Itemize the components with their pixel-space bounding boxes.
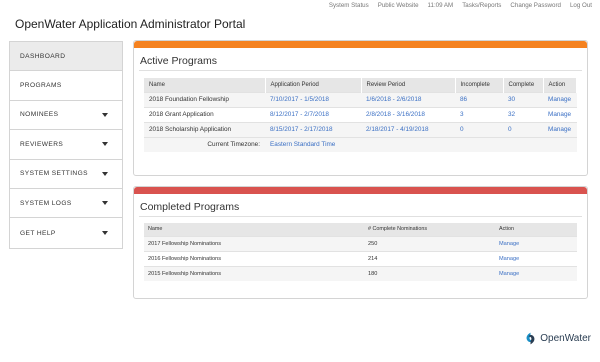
sidebar-item-reviewers[interactable]: REVIEWERS	[10, 130, 122, 160]
manage-link[interactable]: Manage	[543, 106, 577, 122]
log-out-link[interactable]: Log Out	[570, 2, 592, 9]
incomplete-count-link[interactable]: 3	[455, 106, 503, 122]
manage-link[interactable]: Manage	[495, 250, 577, 266]
sidebar-item-label: PROGRAMS	[20, 82, 62, 90]
complete-count-link[interactable]: 0	[503, 121, 543, 137]
sidebar-item-label: REVIEWERS	[20, 140, 64, 148]
sidebar: DASHBOARD PROGRAMS NOMINEES REVIEWERS SY…	[9, 41, 123, 249]
table-row: 2017 Fellowship Nominations 250 Manage	[144, 235, 577, 251]
review-period-link[interactable]: 1/6/2018 - 2/6/2018	[361, 91, 455, 107]
complete-count-link[interactable]: 32	[503, 106, 543, 122]
review-period-link[interactable]: 2/8/2018 - 3/16/2018	[361, 106, 455, 122]
panel-title: Completed Programs	[140, 201, 240, 213]
openwater-logo-icon	[526, 332, 535, 345]
application-period-link[interactable]: 8/15/2017 - 2/17/2018	[265, 121, 361, 137]
sidebar-item-get-help[interactable]: GET HELP	[10, 218, 122, 248]
incomplete-count-link[interactable]: 86	[455, 91, 503, 107]
caret-down-icon	[102, 112, 108, 117]
openwater-logo: OpenWater	[524, 332, 591, 345]
logo-text: OpenWater	[540, 333, 591, 344]
program-name: 2018 Scholarship Application	[144, 121, 265, 137]
review-period-link[interactable]: 2/18/2017 - 4/19/2018	[361, 121, 455, 137]
program-name: 2018 Foundation Fellowship	[144, 91, 265, 107]
manage-link[interactable]: Manage	[495, 265, 577, 281]
column-header: Action	[543, 78, 577, 92]
table-row: 2016 Fellowship Nominations 214 Manage	[144, 250, 577, 266]
sidebar-item-system-logs[interactable]: SYSTEM LOGS	[10, 188, 122, 219]
program-name: 2016 Fellowship Nominations	[144, 250, 364, 266]
sidebar-item-programs[interactable]: PROGRAMS	[10, 71, 122, 101]
caret-down-icon	[102, 231, 108, 236]
table-row: 2018 Grant Application 8/12/2017 - 2/7/2…	[144, 106, 577, 122]
column-header: Name	[144, 223, 364, 236]
complete-count-link[interactable]: 30	[503, 91, 543, 107]
timezone-label: Current Timezone:	[144, 136, 265, 152]
divider	[139, 70, 582, 71]
application-period-link[interactable]: 8/12/2017 - 2/7/2018	[265, 106, 361, 122]
sidebar-item-dashboard[interactable]: DASHBOARD	[10, 42, 122, 72]
column-header: Action	[495, 223, 577, 236]
caret-down-icon	[102, 142, 108, 147]
column-header: Application Period	[265, 78, 362, 92]
sidebar-item-system-settings[interactable]: SYSTEM SETTINGS	[10, 159, 122, 189]
nomination-count: 180	[364, 265, 495, 281]
manage-link[interactable]: Manage	[543, 121, 577, 137]
timezone-row: Current Timezone: Eastern Standard Time	[144, 136, 577, 152]
sidebar-item-nominees[interactable]: NOMINEES	[10, 100, 122, 131]
top-nav: System Status Public Website 11:09 AM Ta…	[329, 2, 592, 9]
manage-link[interactable]: Manage	[543, 91, 577, 107]
active-programs-panel: Active Programs Name Application Period …	[133, 40, 588, 176]
caret-down-icon	[102, 201, 108, 206]
clock: 11:09 AM	[427, 2, 454, 9]
program-name: 2017 Fellowship Nominations	[144, 235, 364, 251]
incomplete-count-link[interactable]: 0	[455, 121, 503, 137]
completed-programs-table: Name # Complete Nominations Action 2017 …	[144, 223, 577, 281]
panel-accent-bar	[134, 41, 587, 48]
table-row: 2018 Scholarship Application 8/15/2017 -…	[144, 121, 577, 137]
sidebar-item-label: SYSTEM SETTINGS	[20, 170, 88, 178]
change-password-link[interactable]: Change Password	[510, 2, 561, 9]
tasks-reports-link[interactable]: Tasks/Reports	[462, 2, 501, 9]
caret-down-icon	[102, 171, 108, 176]
column-header: Review Period	[361, 78, 456, 92]
sidebar-item-label: GET HELP	[20, 229, 56, 237]
nomination-count: 214	[364, 250, 495, 266]
table-row: 2015 Fellowship Nominations 180 Manage	[144, 265, 577, 281]
column-header: Incomplete	[455, 78, 504, 92]
public-website-link[interactable]: Public Website	[378, 2, 419, 9]
table-row: 2018 Foundation Fellowship 7/10/2017 - 1…	[144, 91, 577, 107]
manage-link[interactable]: Manage	[495, 235, 577, 251]
completed-programs-panel: Completed Programs Name # Complete Nomin…	[133, 186, 588, 299]
app-title: OpenWater Application Administrator Port…	[15, 17, 246, 31]
application-period-link[interactable]: 7/10/2017 - 1/5/2018	[265, 91, 361, 107]
program-name: 2018 Grant Application	[144, 106, 265, 122]
system-status-link[interactable]: System Status	[329, 2, 369, 9]
column-header: Name	[144, 78, 266, 92]
timezone-link[interactable]: Eastern Standard Time	[265, 136, 577, 152]
panel-title: Active Programs	[140, 55, 218, 67]
column-header: Complete	[503, 78, 544, 92]
panel-accent-bar	[134, 187, 587, 194]
nomination-count: 250	[364, 235, 495, 251]
sidebar-item-label: NOMINEES	[20, 111, 59, 119]
sidebar-item-label: DASHBOARD	[20, 52, 66, 60]
program-name: 2015 Fellowship Nominations	[144, 265, 364, 281]
active-programs-table: Name Application Period Review Period In…	[144, 78, 577, 152]
column-header: # Complete Nominations	[364, 223, 495, 236]
sidebar-item-label: SYSTEM LOGS	[20, 199, 72, 207]
divider	[139, 216, 582, 217]
